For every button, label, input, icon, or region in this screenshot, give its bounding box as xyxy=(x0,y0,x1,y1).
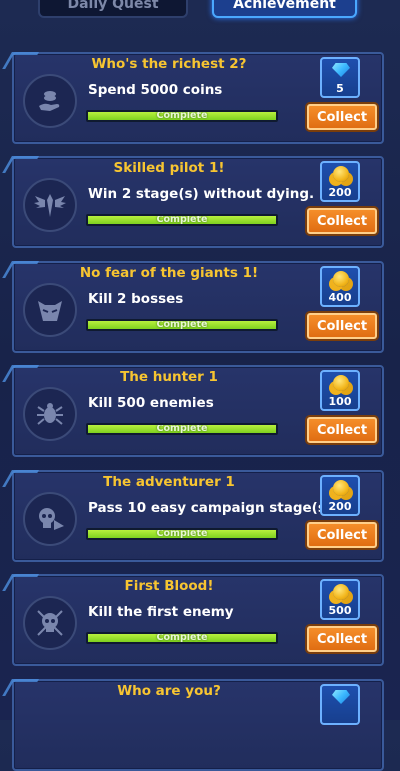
progress-label: Complete xyxy=(156,632,208,643)
progress-label: Complete xyxy=(156,214,208,225)
achievement-description: Pass 10 easy campaign stage(s) xyxy=(88,500,333,516)
achievement-card: First Blood! Kill the first enemy Complete… xyxy=(2,574,384,666)
progress-bar: Complete xyxy=(86,319,278,331)
reward-box: 5 xyxy=(320,57,360,98)
reward-box: 200 xyxy=(320,475,360,516)
coin-icon xyxy=(333,584,349,600)
reward-amount: 200 xyxy=(328,186,352,199)
progress-label: Complete xyxy=(156,528,208,539)
tab-daily-quest[interactable]: Daily Quest xyxy=(38,0,188,18)
tab-bar: Daily Quest Achievement xyxy=(0,0,400,22)
progress-label: Complete xyxy=(156,423,208,434)
progress-bar: Complete xyxy=(86,423,278,435)
progress-bar: Complete xyxy=(86,110,278,122)
collect-button[interactable]: Collect xyxy=(307,522,377,548)
reward-amount: 200 xyxy=(328,500,352,513)
achievement-card: Skilled pilot 1! Win 2 stage(s) without d… xyxy=(2,156,384,248)
achievement-title: No fear of the giants 1! xyxy=(79,265,259,281)
coin-icon xyxy=(333,480,349,496)
achievement-card: Who are you? xyxy=(2,679,384,771)
coin-icon xyxy=(333,271,349,287)
gem-icon xyxy=(332,690,350,704)
tab-achievement[interactable]: Achievement xyxy=(212,0,357,18)
achievement-title: Skilled pilot 1! xyxy=(113,160,225,176)
achievement-card: No fear of the giants 1! Kill 2 bosses Com… xyxy=(2,261,384,353)
achievement-title: Who are you? xyxy=(117,683,221,699)
collect-button[interactable]: Collect xyxy=(307,626,377,652)
skull-flag-icon xyxy=(23,492,77,546)
achievement-title: The adventurer 1 xyxy=(103,474,235,490)
achievement-description: Kill 500 enemies xyxy=(88,395,214,411)
achievement-title: First Blood! xyxy=(124,578,214,594)
collect-button[interactable]: Collect xyxy=(307,313,377,339)
achievement-title: The hunter 1 xyxy=(120,369,218,385)
achievement-description: Kill the first enemy xyxy=(88,604,234,620)
coin-icon xyxy=(333,375,349,391)
collect-button[interactable]: Collect xyxy=(307,208,377,234)
progress-label: Complete xyxy=(156,319,208,330)
collect-button[interactable]: Collect xyxy=(307,104,377,130)
bug-icon xyxy=(23,387,77,441)
progress-label: Complete xyxy=(156,110,208,121)
progress-bar: Complete xyxy=(86,632,278,644)
reward-amount: 100 xyxy=(328,395,352,408)
coin-icon xyxy=(333,166,349,182)
winged-badge-icon xyxy=(23,178,77,232)
reward-box: 400 xyxy=(320,266,360,307)
collect-button[interactable]: Collect xyxy=(307,417,377,443)
progress-bar: Complete xyxy=(86,528,278,540)
achievement-card: Who's the richest 2? Spend 5000 coins Comp… xyxy=(2,52,384,144)
reward-amount: 500 xyxy=(328,604,352,617)
skull-swords-icon xyxy=(23,596,77,650)
reward-box: 100 xyxy=(320,370,360,411)
achievement-description: Kill 2 bosses xyxy=(88,291,184,307)
reward-box: 500 xyxy=(320,579,360,620)
coins-hand-icon xyxy=(23,74,77,128)
reward-amount: 400 xyxy=(328,291,352,304)
reward-box xyxy=(320,684,360,725)
reward-amount: 5 xyxy=(336,82,344,95)
progress-bar: Complete xyxy=(86,214,278,226)
boss-icon xyxy=(23,283,77,337)
achievement-card: The hunter 1 Kill 500 enemies Complete Coll… xyxy=(2,365,384,457)
achievement-description: Spend 5000 coins xyxy=(88,82,223,98)
achievement-title: Who's the richest 2? xyxy=(91,56,247,72)
gem-icon xyxy=(332,63,350,77)
reward-box: 200 xyxy=(320,161,360,202)
achievement-card: The adventurer 1 Pass 10 easy campaign st… xyxy=(2,470,384,562)
achievement-description: Win 2 stage(s) without dying. xyxy=(88,186,315,202)
